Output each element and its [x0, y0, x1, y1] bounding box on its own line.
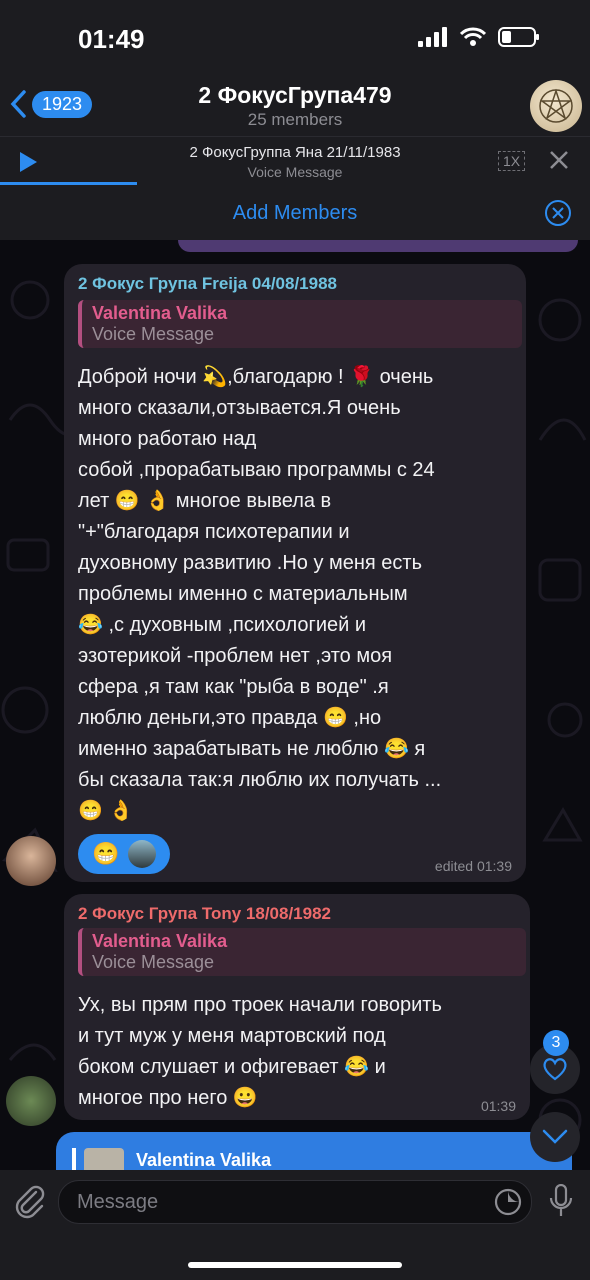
heart-icon: [543, 1058, 567, 1081]
pentagram-icon: [539, 88, 573, 123]
message-bubble[interactable]: 2 Фокус Група Tony 18/08/1982 Valentina …: [64, 894, 530, 1120]
reactor-avatar: [127, 840, 156, 868]
text-line: проблемы именно с материальным: [78, 583, 408, 605]
text-line: Доброй ночи 💫,благодарю ! 🌹 очень: [78, 366, 434, 388]
status-icons: [418, 27, 540, 47]
scroll-down-button[interactable]: [530, 1112, 580, 1162]
message-sender[interactable]: 2 Фокус Група Freija 04/08/1988: [78, 274, 337, 294]
text-line: много сказали,отзывается.Я очень: [78, 397, 401, 419]
message-bubble[interactable]: 2 Фокус Група Freija 04/08/1988 Valentin…: [64, 264, 526, 882]
home-indicator: [188, 1262, 402, 1268]
reply-preview[interactable]: Valentina Valika Voice Message: [78, 300, 522, 348]
text-line: Ух, вы прям про троек начали говорить: [78, 994, 442, 1016]
reply-author: Valentina Valika: [92, 303, 228, 323]
close-icon[interactable]: [548, 149, 570, 171]
message-text: Ух, вы прям про троек начали говорить и …: [78, 990, 524, 1114]
text-line: бы сказала так:я люблю их получать ...: [78, 769, 442, 791]
message-input[interactable]: Message: [58, 1180, 532, 1224]
group-avatar[interactable]: [530, 80, 582, 132]
reaction-emoji: 😁: [92, 841, 120, 866]
reply-text: Voice Message: [92, 952, 215, 972]
previous-message-edge: [178, 240, 578, 252]
chevron-down-icon: [542, 1129, 568, 1144]
text-line: 😂 ,с духовным ,психологией и: [78, 614, 367, 636]
text-line: и тут муж у меня мартовский под: [78, 1025, 386, 1047]
message-timestamp: 01:39: [480, 1098, 516, 1114]
chat-title[interactable]: 2 ФокусГрупа479: [0, 82, 590, 109]
text-line: именно зарабатывать не люблю 😂 я: [78, 738, 426, 760]
text-line: многое про него 😀: [78, 1087, 258, 1109]
message-text: Доброй ночи 💫,благодарю ! 🌹 очень много …: [78, 362, 518, 827]
status-time: 01:49: [78, 24, 145, 54]
reaction-pill[interactable]: 😁: [78, 834, 170, 874]
battery-icon: [498, 27, 539, 47]
paperclip-icon[interactable]: [14, 1184, 46, 1220]
add-members-button[interactable]: Add Members: [0, 202, 590, 225]
microphone-icon[interactable]: [548, 1184, 574, 1218]
sender-avatar[interactable]: [6, 1076, 56, 1126]
text-line: эзотерикой -проблем нет ,это моя: [78, 645, 393, 667]
message-placeholder: Message: [77, 1191, 159, 1213]
text-line: 😁 👌: [78, 800, 134, 822]
unread-reactions-badge: 3: [543, 1030, 569, 1056]
message-sender[interactable]: 2 Фокус Група Tony 18/08/1982: [78, 904, 331, 924]
sticker-icon[interactable]: [494, 1188, 522, 1216]
message-timestamp: edited 01:39: [434, 858, 512, 874]
reply-author: Valentina Valika: [136, 1150, 272, 1170]
reply-preview[interactable]: Valentina Valika Voice Message: [78, 928, 526, 976]
reply-text: Voice Message: [92, 324, 215, 344]
status-bar: 01:49: [0, 0, 590, 80]
chat-header: 1923 2 ФокусГрупа479 25 members: [0, 70, 590, 136]
text-line: духовному развитию .Но у меня есть: [78, 552, 423, 574]
text-line: собой ,прорабатываю программы с 24: [78, 459, 435, 481]
playback-speed-button[interactable]: 1X: [498, 151, 526, 171]
player-progress: [0, 182, 137, 185]
signal-icon: [418, 27, 447, 47]
text-line: "+"благодаря психотерапии и: [78, 521, 350, 543]
reply-author: Valentina Valika: [92, 931, 228, 951]
sender-avatar[interactable]: [6, 836, 56, 886]
audio-player-bar[interactable]: 2 ФокусГруппа Яна 21/11/1983 Voice Messa…: [0, 136, 590, 187]
text-line: много работаю над: [78, 428, 257, 450]
text-line: лет 😁 👌 многое вывела в: [78, 490, 332, 512]
text-line: сфера ,я там как "рыба в воде" .я: [78, 676, 389, 698]
text-line: боком слушает и офигевает 😂 и: [78, 1056, 386, 1078]
text-line: люблю деньги,это правда 😁 ,но: [78, 707, 382, 729]
dismiss-icon[interactable]: [544, 199, 572, 227]
chat-members-count: 25 members: [247, 110, 343, 129]
add-members-bar: Add Members: [0, 186, 590, 240]
wifi-icon: [460, 27, 486, 46]
